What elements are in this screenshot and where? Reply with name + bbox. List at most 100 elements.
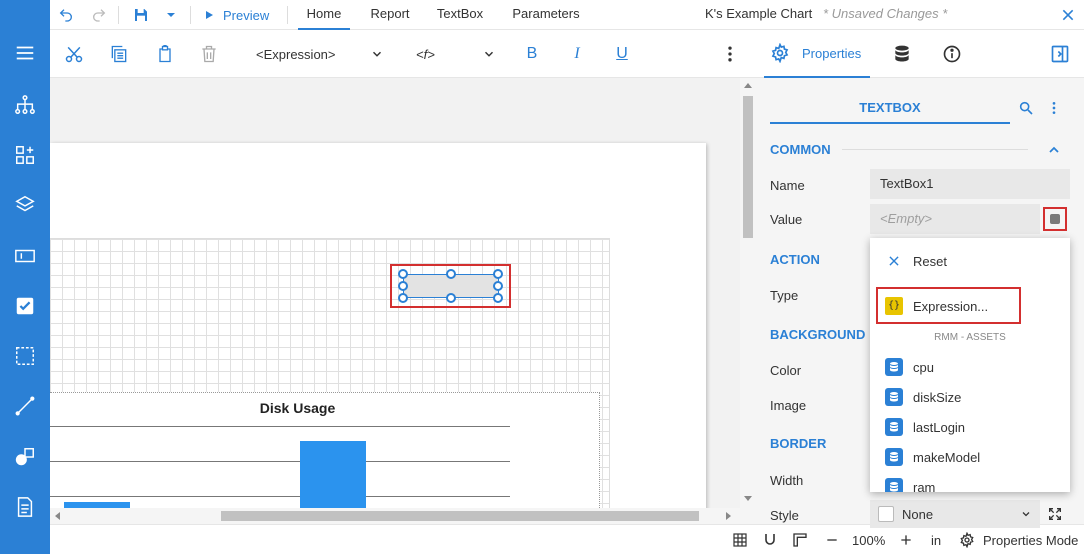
more-options-icon[interactable] [1046, 100, 1062, 116]
type-label: Type [770, 288, 799, 303]
value-field[interactable]: <Empty> [870, 204, 1040, 234]
paste-icon[interactable] [155, 44, 175, 64]
resize-handle[interactable] [493, 293, 503, 303]
chart-gridline [50, 496, 510, 497]
close-icon[interactable] [1060, 7, 1076, 23]
collapse-chevron-up-icon[interactable] [1046, 142, 1062, 158]
dataset-heading: RMM - ASSETS [934, 332, 1006, 343]
zoom-level: 100% [852, 532, 886, 548]
design-canvas[interactable]: Disk Usage [50, 78, 740, 508]
gear-icon [771, 43, 789, 63]
vertical-scroll-thumb[interactable] [743, 96, 753, 238]
search-icon[interactable] [1018, 100, 1034, 116]
section-background: BACKGROUND [770, 327, 866, 342]
preview-button[interactable]: Preview [203, 0, 269, 30]
underline-button[interactable]: U [612, 44, 632, 64]
components-icon[interactable] [0, 135, 50, 175]
resize-handle[interactable] [398, 293, 408, 303]
expression-dropdown-value: <Expression> [256, 46, 336, 62]
field-item[interactable]: diskSize [870, 382, 1070, 412]
properties-tab-label: Properties [802, 45, 862, 61]
tab-home[interactable]: Home [298, 0, 350, 30]
value-options-button[interactable] [1043, 207, 1067, 231]
rectangle-tool-icon[interactable] [0, 336, 50, 376]
tab-report[interactable]: Report [364, 0, 416, 30]
scroll-right-arrow[interactable] [726, 512, 731, 520]
zoom-in-icon[interactable] [898, 525, 914, 554]
expression-menu-item[interactable]: {} Expression... [870, 291, 1070, 321]
cut-icon[interactable] [64, 44, 84, 64]
tab-textbox[interactable]: TextBox [432, 0, 488, 30]
horizontal-scrollbar[interactable] [50, 508, 756, 524]
chart-item[interactable]: Disk Usage [50, 392, 600, 508]
field-label: ram [913, 479, 936, 493]
italic-button[interactable]: I [567, 44, 587, 64]
properties-mode-button[interactable]: Properties Mode [959, 525, 1078, 554]
horizontal-scroll-thumb[interactable] [221, 511, 699, 521]
grid-toggle-icon[interactable] [732, 525, 748, 554]
name-field[interactable]: TextBox1 [870, 169, 1070, 199]
scroll-down-arrow[interactable] [744, 496, 752, 501]
ruler-icon[interactable] [792, 525, 808, 554]
hierarchy-icon[interactable] [0, 85, 50, 125]
database-icon[interactable] [892, 44, 912, 64]
image-label: Image [770, 398, 807, 413]
tab-properties[interactable]: Properties [764, 30, 870, 78]
resize-handle[interactable] [398, 269, 408, 279]
unsaved-changes-indicator: * Unsaved Changes * [823, 6, 948, 21]
layers-icon[interactable] [0, 185, 50, 225]
section-common: COMMON [770, 142, 831, 157]
units-selector[interactable]: in [931, 525, 941, 554]
report-tool-icon[interactable] [0, 487, 50, 527]
database-icon [885, 388, 903, 406]
shapes-tool-icon[interactable] [0, 437, 50, 477]
resize-handle[interactable] [493, 269, 503, 279]
gear-icon [960, 532, 974, 548]
border-style-select[interactable]: None [870, 500, 1040, 528]
redo-icon[interactable] [90, 6, 108, 24]
resize-handle[interactable] [446, 269, 456, 279]
snap-magnet-icon[interactable] [762, 525, 778, 554]
scroll-left-arrow[interactable] [55, 512, 60, 520]
style-checkbox[interactable] [878, 506, 894, 522]
field-label: makeModel [913, 449, 981, 465]
reset-label: Reset [913, 253, 947, 269]
checkbox-tool-icon[interactable] [0, 286, 50, 326]
undo-icon[interactable] [57, 6, 75, 24]
reset-menu-item[interactable]: Reset [870, 246, 1070, 276]
close-icon [885, 252, 903, 270]
function-dropdown-value: <f> [416, 46, 435, 62]
expression-dropdown[interactable]: <Expression> [256, 38, 384, 70]
textbox-header[interactable]: TEXTBOX [770, 90, 1010, 124]
field-item[interactable]: ram [870, 472, 1070, 492]
vertical-scrollbar[interactable] [740, 78, 756, 508]
bold-button[interactable]: B [522, 44, 542, 64]
save-icon[interactable] [132, 6, 150, 24]
save-options-chevron-down-icon[interactable] [162, 6, 180, 24]
info-icon[interactable] [942, 44, 962, 64]
field-item[interactable]: makeModel [870, 442, 1070, 472]
textbox-tool-icon[interactable] [0, 236, 50, 276]
resize-handle[interactable] [493, 281, 503, 291]
delete-icon[interactable] [199, 44, 219, 64]
function-dropdown[interactable]: <f> [416, 38, 496, 70]
menu-icon[interactable] [0, 33, 50, 73]
report-page[interactable]: Disk Usage [50, 143, 706, 508]
line-tool-icon[interactable] [0, 386, 50, 426]
collapse-panel-icon[interactable] [1050, 44, 1070, 64]
expand-icon[interactable] [1047, 506, 1063, 522]
scroll-up-arrow[interactable] [744, 83, 752, 88]
field-item[interactable]: lastLogin [870, 412, 1070, 442]
tab-parameters[interactable]: Parameters [508, 0, 584, 30]
section-border: BORDER [770, 436, 827, 451]
divider [190, 6, 191, 24]
copy-icon[interactable] [109, 44, 129, 64]
database-icon [885, 358, 903, 376]
field-item[interactable]: cpu [870, 352, 1070, 382]
chart-gridline [50, 461, 510, 462]
value-options-menu: Reset {} Expression... RMM - ASSETS cpu … [870, 238, 1070, 492]
resize-handle[interactable] [446, 293, 456, 303]
resize-handle[interactable] [398, 281, 408, 291]
more-options-icon[interactable] [720, 44, 740, 64]
zoom-out-icon[interactable] [824, 525, 840, 554]
